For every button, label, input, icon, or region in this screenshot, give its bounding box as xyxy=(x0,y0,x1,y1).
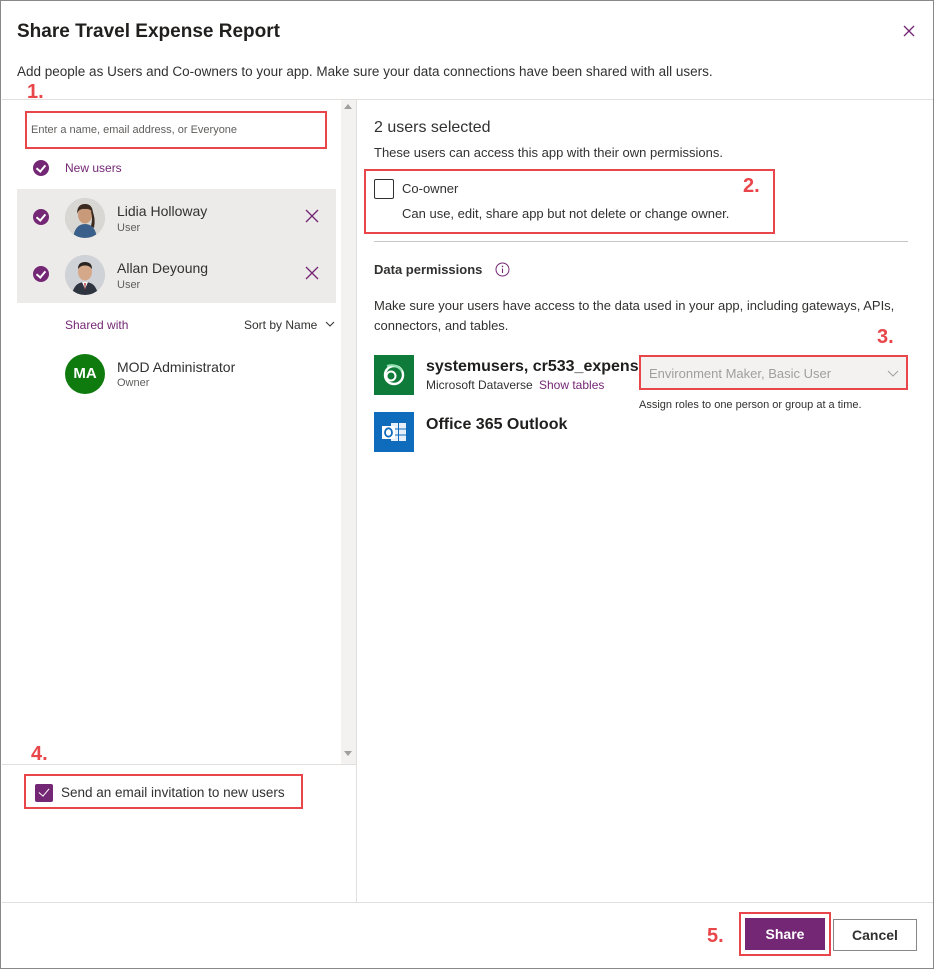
selected-users-list: Lidia Holloway User Allan Deyoung User xyxy=(17,189,336,303)
data-permissions-description: Make sure your users have access to the … xyxy=(374,298,895,333)
new-users-check-icon[interactable] xyxy=(33,160,49,176)
users-selected-count: 2 users selected xyxy=(374,119,491,136)
left-pane-divider xyxy=(2,764,357,765)
avatar xyxy=(65,255,105,295)
user-role: User xyxy=(117,222,141,234)
coowner-highlight: Co-owner Can use, edit, share app but no… xyxy=(364,169,775,234)
outlook-icon xyxy=(374,412,414,452)
coowner-checkbox[interactable] xyxy=(374,179,394,199)
user-selected-check-icon[interactable] xyxy=(33,266,49,282)
show-tables-link[interactable]: Show tables xyxy=(539,378,604,392)
users-selected-description: These users can access this app with the… xyxy=(374,145,723,160)
dialog-subtitle: Add people as Users and Co-owners to you… xyxy=(17,64,713,79)
chevron-down-icon xyxy=(887,370,899,377)
cancel-button[interactable]: Cancel xyxy=(833,919,917,951)
sort-dropdown[interactable]: Sort by Name xyxy=(244,318,317,332)
role-hint: Assign roles to one person or group at a… xyxy=(639,399,862,411)
search-highlight xyxy=(25,111,327,149)
scroll-down-arrow-icon[interactable] xyxy=(344,751,352,756)
right-pane-divider xyxy=(374,241,908,242)
role-dropdown[interactable]: Environment Maker, Basic User xyxy=(639,355,908,390)
user-row-lidia[interactable]: Lidia Holloway User xyxy=(17,189,336,246)
user-row-allan[interactable]: Allan Deyoung User xyxy=(17,246,336,303)
annotation-5: 5. xyxy=(707,925,724,947)
owner-avatar: MA xyxy=(65,354,105,394)
datasource-subtitle: Microsoft Dataverse xyxy=(426,378,533,392)
scroll-up-arrow-icon[interactable] xyxy=(344,104,352,109)
role-dropdown-value: Environment Maker, Basic User xyxy=(649,366,832,381)
remove-user-icon[interactable] xyxy=(305,209,319,223)
owner-role: Owner xyxy=(117,377,150,389)
data-permissions-title: Data permissions xyxy=(374,262,483,277)
user-role: User xyxy=(117,279,141,291)
user-name: Allan Deyoung xyxy=(117,260,209,276)
email-invite-highlight: Send an email invitation to new users xyxy=(24,774,303,809)
email-invite-label[interactable]: Send an email invitation to new users xyxy=(61,785,285,800)
dataverse-icon xyxy=(374,355,414,395)
new-users-label: New users xyxy=(65,161,122,175)
dialog-title: Share Travel Expense Report xyxy=(17,21,280,42)
email-invite-checkbox[interactable] xyxy=(35,784,53,802)
annotation-4: 4. xyxy=(31,743,48,765)
info-icon[interactable] xyxy=(495,262,510,277)
share-button[interactable]: Share xyxy=(745,918,825,950)
datasource-name: systemusers, cr533_expense xyxy=(426,358,648,375)
close-icon[interactable] xyxy=(899,21,919,41)
owner-name: MOD Administrator xyxy=(117,359,236,375)
shared-with-label: Shared with xyxy=(65,318,129,332)
user-name: Lidia Holloway xyxy=(117,203,208,219)
people-scrollbar[interactable] xyxy=(341,100,356,764)
annotation-3: 3. xyxy=(877,326,894,348)
share-highlight: Share xyxy=(739,912,831,956)
footer-divider xyxy=(2,902,933,903)
share-dialog: Share Travel Expense Report Add people a… xyxy=(0,0,934,969)
annotation-1: 1. xyxy=(27,81,44,103)
datasource-name: Office 365 Outlook xyxy=(426,416,568,433)
coowner-label[interactable]: Co-owner xyxy=(402,181,458,196)
people-search-input[interactable] xyxy=(31,119,321,141)
avatar xyxy=(65,198,105,238)
user-selected-check-icon[interactable] xyxy=(33,209,49,225)
remove-user-icon[interactable] xyxy=(305,266,319,280)
chevron-down-icon[interactable] xyxy=(325,319,335,329)
coowner-description: Can use, edit, share app but not delete … xyxy=(402,206,730,221)
